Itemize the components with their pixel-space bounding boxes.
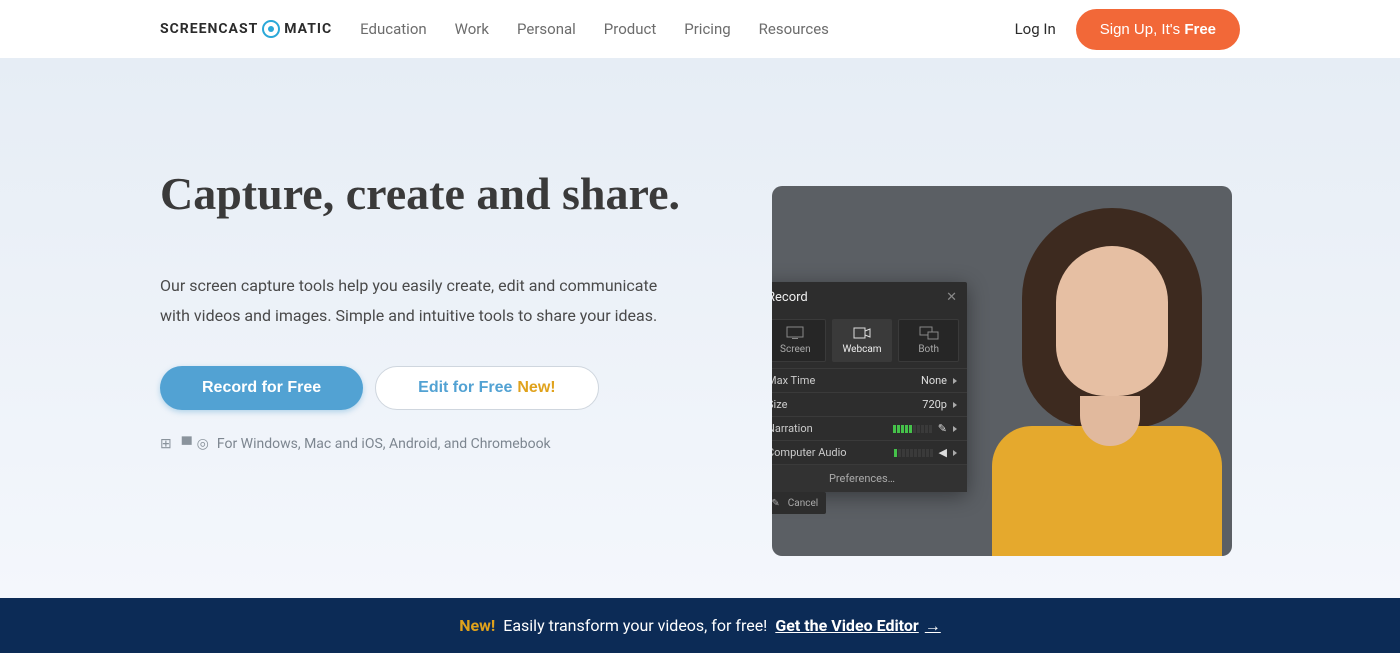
site-header: SCREENCAST MATIC Education Work Personal… (0, 0, 1400, 58)
windows-icon: ⊞ (160, 436, 172, 453)
both-icon (919, 326, 939, 340)
chevron-right-icon (953, 450, 957, 456)
hero-title: Capture, create and share. (160, 168, 690, 221)
signup-pre: Sign Up, It's (1100, 21, 1185, 38)
person-illustration (972, 186, 1232, 556)
promo-banner: New! Easily transform your videos, for f… (0, 598, 1400, 653)
signup-bold: Free (1184, 21, 1216, 38)
hero-copy: Capture, create and share. Our screen ca… (160, 168, 690, 598)
record-free-button[interactable]: Record for Free (160, 366, 363, 410)
banner-new: New! (459, 616, 495, 635)
record-tabs: Screen Webcam Both (772, 313, 967, 368)
main-nav: Education Work Personal Product Pricing … (360, 20, 829, 38)
hero-subtitle: Our screen capture tools help you easily… (160, 271, 670, 332)
nav-education[interactable]: Education (360, 20, 427, 38)
webcam-card: Record ✕ Screen Webcam Both (772, 186, 1232, 556)
logo-text-1: SCREENCAST (160, 21, 258, 37)
record-panel-head: Record ✕ (772, 282, 967, 313)
row-narration[interactable]: Narration ✎ (772, 416, 967, 440)
hero-section: Capture, create and share. Our screen ca… (0, 58, 1400, 598)
record-panel: Record ✕ Screen Webcam Both (772, 282, 967, 492)
mic-icon: ✎ (938, 422, 947, 435)
row-maxtime[interactable]: Max Time None (772, 368, 967, 392)
arrow-right-icon: → (925, 616, 941, 636)
row-computer-audio[interactable]: Computer Audio ◀ (772, 440, 967, 464)
cancel-button[interactable]: Cancel (788, 498, 818, 509)
banner-link[interactable]: Get the Video Editor → (775, 616, 940, 636)
nav-product[interactable]: Product (604, 20, 656, 38)
record-panel-title: Record (772, 290, 808, 305)
chevron-right-icon (953, 402, 957, 408)
webcam-icon (852, 326, 872, 340)
speaker-icon: ◀ (939, 446, 947, 459)
logo-dot-icon (262, 20, 280, 38)
logo-text-2: MATIC (284, 21, 332, 37)
edit-free-new: New! (517, 379, 555, 397)
screen-icon (785, 326, 805, 340)
edit-free-button[interactable]: Edit for Free New! (375, 366, 598, 410)
tab-webcam[interactable]: Webcam (832, 319, 893, 362)
chrome-icon: ◎ (197, 436, 209, 453)
row-size[interactable]: Size 720p (772, 392, 967, 416)
tab-both[interactable]: Both (898, 319, 959, 362)
brand-logo[interactable]: SCREENCAST MATIC (160, 20, 332, 38)
platforms-text: For Windows, Mac and iOS, Android, and C… (217, 436, 551, 452)
audio-meter (894, 449, 933, 457)
close-icon[interactable]: ✕ (946, 290, 957, 305)
platforms-row: ⊞ ▀ ◎ For Windows, Mac and iOS, Android,… (160, 436, 690, 453)
edit-free-label: Edit for Free (418, 379, 512, 397)
pencil-icon[interactable]: ✎ (772, 498, 780, 509)
preferences-link[interactable]: Preferences… (772, 464, 967, 492)
login-link[interactable]: Log In (1015, 20, 1056, 38)
narration-label: Narration (772, 422, 813, 435)
rec-toolbar: Rec ✿ ✎ Cancel (772, 490, 826, 516)
android-icon: ▀ (182, 436, 192, 453)
chevron-right-icon (953, 378, 957, 384)
hero-illustration: Record ✕ Screen Webcam Both (760, 168, 1240, 598)
nav-pricing[interactable]: Pricing (684, 20, 730, 38)
size-label: Size (772, 398, 787, 411)
chevron-right-icon (953, 426, 957, 432)
maxtime-label: Max Time (772, 374, 815, 387)
computer-audio-label: Computer Audio (772, 446, 847, 459)
tab-screen[interactable]: Screen (772, 319, 826, 362)
signup-button[interactable]: Sign Up, It's Free (1076, 9, 1240, 50)
cta-row: Record for Free Edit for Free New! (160, 366, 690, 410)
nav-work[interactable]: Work (455, 20, 489, 38)
narration-meter (893, 425, 932, 433)
nav-personal[interactable]: Personal (517, 20, 576, 38)
banner-text: Easily transform your videos, for free! (503, 616, 767, 635)
nav-resources[interactable]: Resources (759, 20, 829, 38)
